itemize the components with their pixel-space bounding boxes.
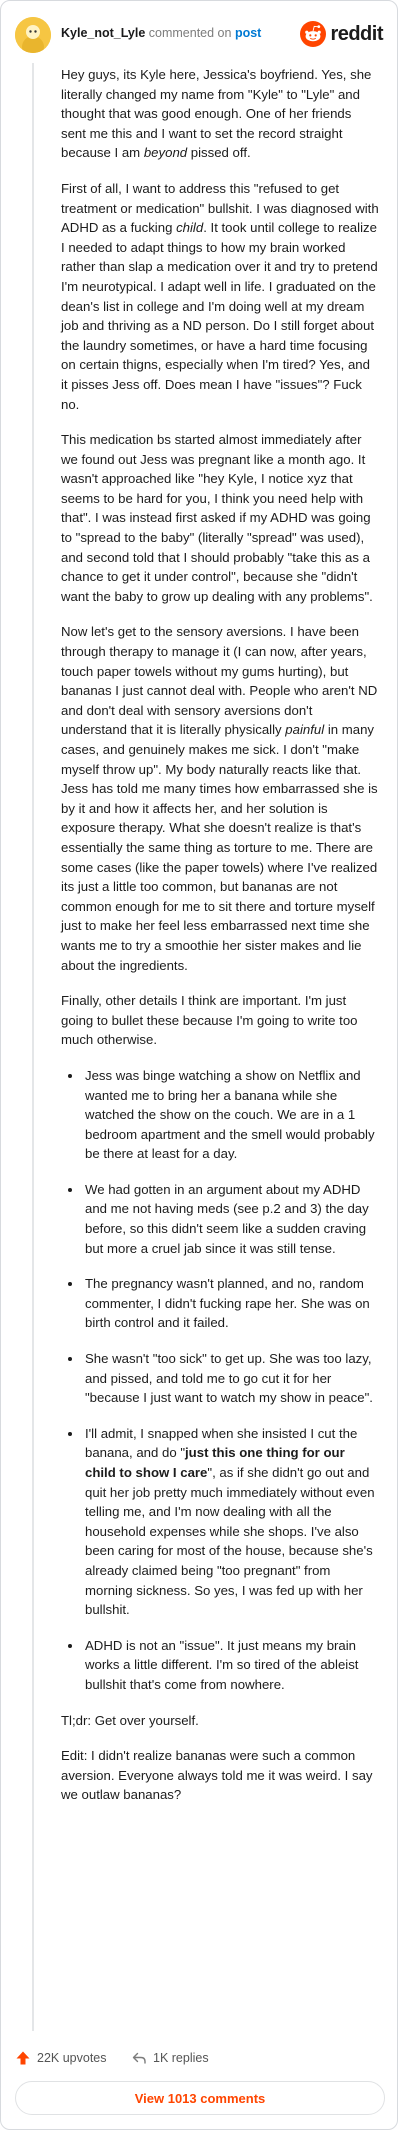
list-item: The pregnancy wasn't planned, and no, ra… [83,1274,379,1333]
paragraph-4: Now let's get to the sensory aversions. … [61,624,378,973]
list-item: She wasn't "too sick" to get up. She was… [83,1349,379,1408]
list-item: Jess was binge watching a show on Netfli… [83,1066,379,1164]
list-item: ADHD is not an "issue". It just means my… [83,1636,379,1695]
paragraph-1: Hey guys, its Kyle here, Jessica's boyfr… [61,67,372,161]
paragraph-5: Finally, other details I think are impor… [61,993,358,1048]
list-item: We had gotten in an argument about my AD… [83,1180,379,1258]
bullet-list: Jess was binge watching a show on Netfli… [61,1066,379,1695]
upvote-button[interactable]: 22K upvotes [15,2046,107,2070]
reddit-snoo-icon [300,21,327,47]
reply-button[interactable]: 1K replies [131,2046,209,2070]
avatar[interactable] [15,17,51,53]
reddit-wordmark: reddit [330,22,383,45]
thread-line[interactable] [32,63,34,2031]
view-comments-button[interactable]: View 1013 comments [15,2081,385,2115]
list-item: I'll admit, I snapped when she insisted … [83,1424,379,1620]
tldr-paragraph: Tl;dr: Get over yourself. [61,1712,199,1728]
edit-paragraph: Edit: I didn't realize bananas were such… [61,1748,373,1803]
paragraph-3: This medication bs started almost immedi… [61,432,373,604]
comment-footer: 22K upvotes 1K replies [15,2046,383,2070]
username-link[interactable]: Kyle_not_Lyle [61,26,145,40]
comment-body: Hey guys, its Kyle here, Jessica's boyfr… [61,65,379,1821]
post-link[interactable]: post [235,26,261,40]
avatar-icon [15,17,51,53]
upvote-count: 22K upvotes [37,2051,107,2065]
upvote-arrow-icon [16,2051,30,2065]
reply-icon [132,2052,146,2064]
comment-header: Kyle_not_Lyle commented on post reddit [15,15,383,55]
paragraph-2: First of all, I want to address this "re… [61,180,379,412]
comment-card: Kyle_not_Lyle commented on post reddit H… [0,0,398,2130]
reddit-logo[interactable]: reddit [300,20,383,48]
commented-on-text: commented on [148,26,232,40]
comment-meta: Kyle_not_Lyle commented on post [61,26,261,40]
reply-count: 1K replies [153,2051,209,2065]
